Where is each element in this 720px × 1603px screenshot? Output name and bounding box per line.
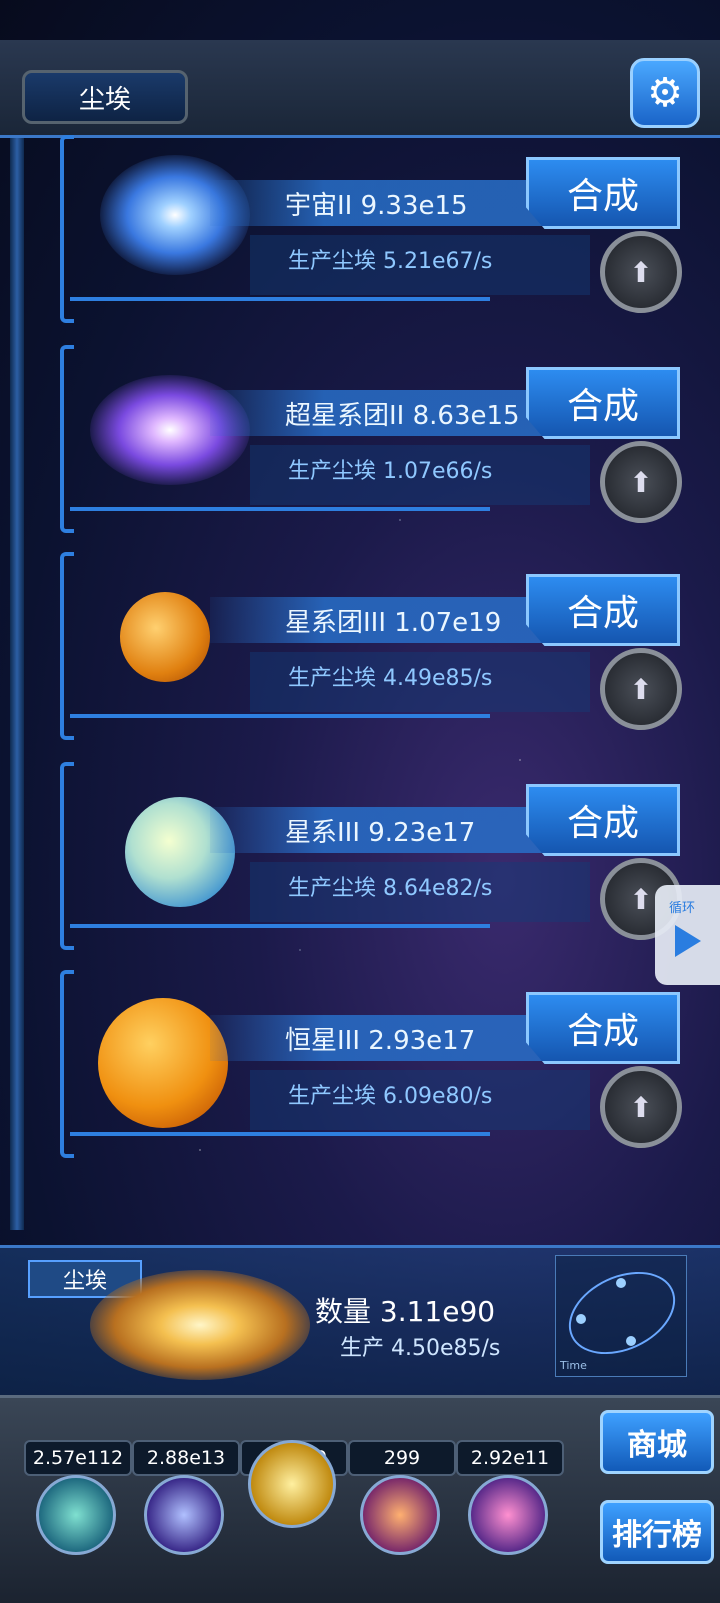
play-icon — [675, 925, 701, 957]
resource-counter-2: 2.88e13 — [132, 1440, 240, 1476]
card-divider — [70, 1132, 490, 1136]
brain-orb-icon[interactable] — [360, 1475, 440, 1555]
item-production: 生产尘埃 6.09e80/s — [288, 1084, 493, 1109]
loop-widget[interactable]: 循环 — [655, 885, 720, 985]
item-card-star: 恒星III 2.93e17 生产尘埃 6.09e80/s 合成 ⬆ — [60, 970, 700, 1158]
card-bracket — [60, 135, 74, 323]
item-title: 超星系团II 8.63e15 — [285, 401, 520, 431]
combine-button[interactable]: 合成 — [526, 992, 680, 1064]
item-title: 宇宙II 9.33e15 — [285, 191, 468, 221]
item-card-galaxy: 星系III 9.23e17 生产尘埃 8.64e82/s 合成 ⬆ — [60, 762, 700, 950]
item-card-galaxy-cluster: 星系团III 1.07e19 生产尘埃 4.49e85/s 合成 ⬆ — [60, 552, 700, 740]
item-title: 恒星III 2.93e17 — [285, 1026, 476, 1056]
diagram-axis-label: Time — [560, 1359, 587, 1372]
orbit-point-a — [576, 1314, 586, 1324]
arrow-up-icon: ⬆ — [629, 1090, 653, 1124]
resource-tab-dust[interactable]: 尘埃 — [22, 70, 188, 124]
item-card-supercluster: 超星系团II 8.63e15 生产尘埃 1.07e66/s 合成 ⬆ — [60, 345, 700, 533]
card-bracket — [60, 345, 74, 533]
combine-button[interactable]: 合成 — [526, 784, 680, 856]
upgrade-button[interactable]: ⬆ — [600, 441, 682, 523]
arrow-up-icon: ⬆ — [629, 672, 653, 706]
leaderboard-button[interactable]: 排行榜 — [600, 1500, 714, 1564]
dust-explosion-icon — [90, 1270, 310, 1380]
item-title: 星系III 9.23e17 — [285, 818, 476, 848]
item-production: 生产尘埃 5.21e67/s — [288, 249, 493, 274]
arrow-up-icon: ⬆ — [629, 465, 653, 499]
side-rail — [10, 130, 24, 1230]
card-divider — [70, 297, 490, 301]
dust-amount: 数量 3.11e90 — [315, 1295, 496, 1328]
card-bracket — [60, 762, 74, 950]
upgrade-button[interactable]: ⬆ — [600, 648, 682, 730]
combine-button[interactable]: 合成 — [526, 367, 680, 439]
settings-button[interactable]: ⚙ — [630, 58, 700, 128]
lightning-orb-icon[interactable] — [144, 1475, 224, 1555]
dust-orb-icon[interactable] — [248, 1440, 336, 1528]
combine-button[interactable]: 合成 — [526, 157, 680, 229]
resource-counter-1: 2.57e112 — [24, 1440, 132, 1476]
item-production: 生产尘埃 4.49e85/s — [288, 666, 493, 691]
card-divider — [70, 924, 490, 928]
upgrade-button[interactable]: ⬆ — [600, 1066, 682, 1148]
particle-orb-icon[interactable] — [36, 1475, 116, 1555]
item-production: 生产尘埃 8.64e82/s — [288, 876, 493, 901]
dust-rate: 生产 4.50e85/s — [340, 1336, 501, 1361]
vortex-orb-icon[interactable] — [468, 1475, 548, 1555]
resource-counter-5: 2.92e11 — [456, 1440, 564, 1476]
combine-button[interactable]: 合成 — [526, 574, 680, 646]
loop-label: 循环 — [669, 901, 696, 916]
card-bracket — [60, 970, 74, 1158]
card-divider — [70, 714, 490, 718]
orbit-point-b — [616, 1278, 626, 1288]
resource-counter-4: 299 — [348, 1440, 456, 1476]
arrow-up-icon: ⬆ — [629, 255, 653, 289]
arrow-up-icon: ⬆ — [629, 882, 653, 916]
orbit-diagram: Time — [555, 1255, 689, 1377]
card-bracket — [60, 552, 74, 740]
galaxy-cluster-icon — [120, 592, 210, 682]
card-divider — [70, 507, 490, 511]
star-icon — [98, 998, 228, 1128]
item-card-universe: 宇宙II 9.33e15 生产尘埃 5.21e67/s 合成 ⬆ — [60, 135, 700, 323]
shop-button[interactable]: 商城 — [600, 1410, 714, 1474]
item-production: 生产尘埃 1.07e66/s — [288, 459, 493, 484]
gear-icon: ⚙ — [647, 70, 683, 116]
item-title: 星系团III 1.07e19 — [285, 608, 502, 638]
upgrade-button[interactable]: ⬆ — [600, 231, 682, 313]
orbit-point-c — [626, 1336, 636, 1346]
orbit-ellipse — [555, 1255, 689, 1371]
